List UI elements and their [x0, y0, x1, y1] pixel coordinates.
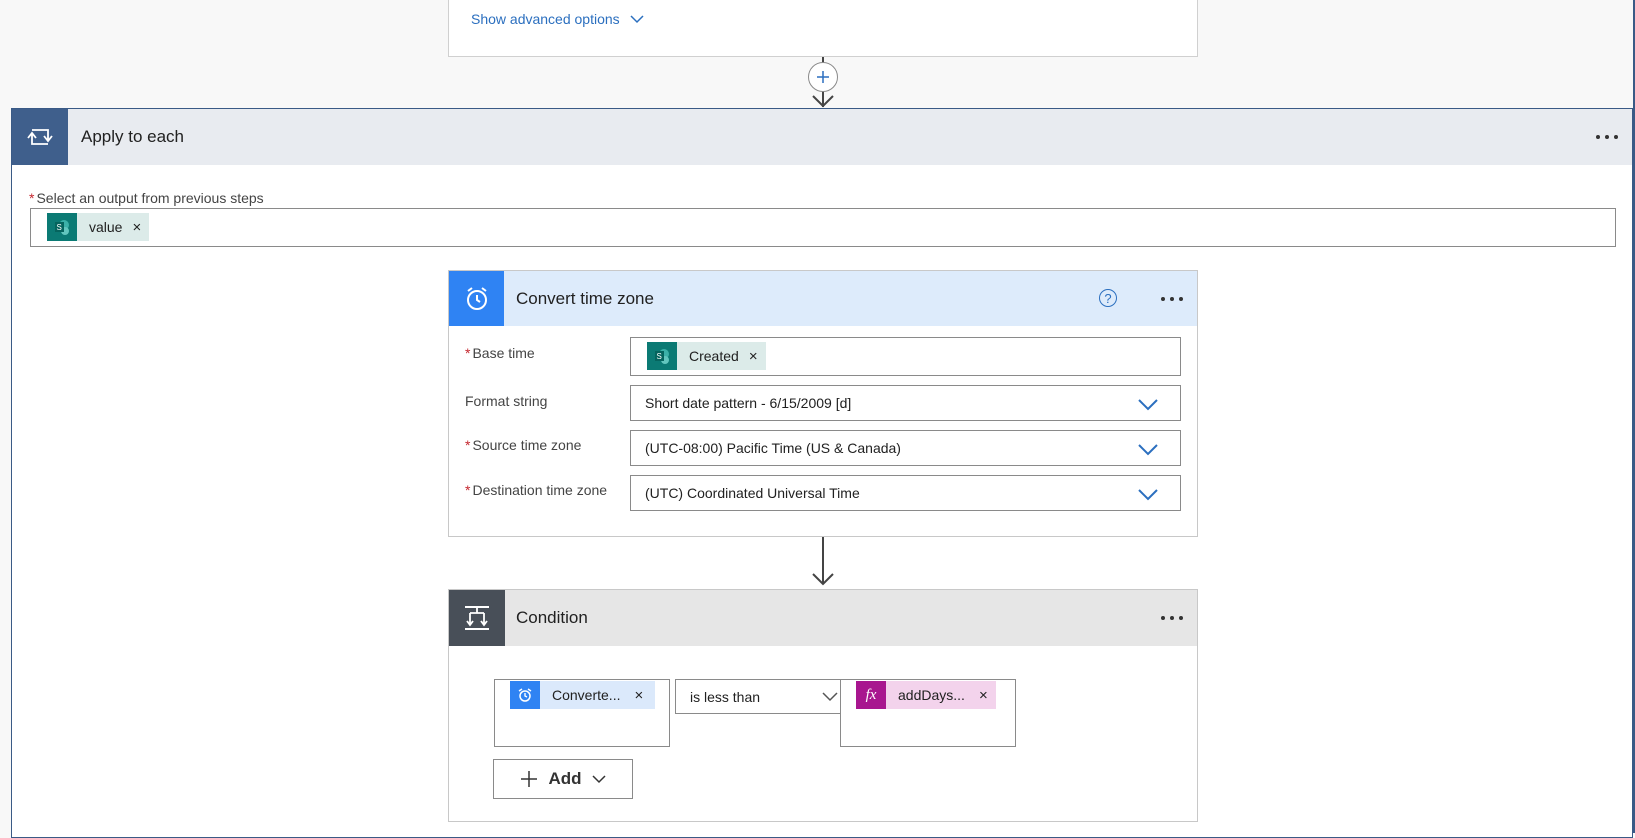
svg-text:S: S — [657, 352, 662, 361]
destination-time-zone-label: * Destination time zone — [465, 482, 608, 498]
apply-to-each-header[interactable]: Apply to each — [12, 109, 1632, 165]
show-advanced-options-label: Show advanced options — [471, 11, 620, 27]
more-options-icon[interactable] — [1596, 135, 1618, 139]
base-time-label: * Base time — [465, 345, 535, 361]
sharepoint-icon: S — [647, 342, 677, 370]
add-condition-button[interactable]: Add — [493, 759, 633, 799]
condition-operator-dropdown[interactable]: is less than — [675, 679, 851, 714]
condition-header[interactable]: Condition — [449, 590, 1197, 646]
apply-to-each-title: Apply to each — [81, 127, 185, 146]
source-time-zone-label: * Source time zone — [465, 437, 582, 453]
convert-time-zone-card: Convert time zone ? * Base time S Created… — [448, 270, 1198, 537]
chevron-down-icon — [630, 15, 644, 24]
plus-icon — [521, 771, 538, 787]
arrow-down-icon — [812, 573, 834, 586]
show-advanced-options-link[interactable]: Show advanced options — [471, 11, 644, 27]
destination-time-zone-dropdown[interactable]: (UTC) Coordinated Universal Time — [630, 475, 1181, 511]
base-time-input[interactable]: S Created × — [630, 337, 1181, 376]
chevron-down-icon — [822, 692, 838, 702]
add-days-expression-token[interactable]: fx addDays... × — [856, 681, 996, 709]
remove-token-icon[interactable]: × — [634, 687, 651, 704]
convert-time-zone-header[interactable]: Convert time zone ? — [449, 271, 1197, 326]
alarm-clock-icon — [449, 271, 504, 326]
source-time-zone-dropdown[interactable]: (UTC-08:00) Pacific Time (US & Canada) — [630, 430, 1181, 466]
condition-right-operand[interactable]: fx addDays... × — [840, 679, 1016, 747]
loop-icon — [12, 109, 68, 165]
chevron-down-icon — [1138, 399, 1158, 411]
format-string-dropdown[interactable]: Short date pattern - 6/15/2009 [d] — [630, 385, 1181, 421]
condition-card: Condition Converte... × is less than fx … — [448, 589, 1198, 822]
chevron-down-icon — [1138, 489, 1158, 501]
condition-title: Condition — [516, 608, 588, 627]
created-token[interactable]: S Created × — [647, 342, 766, 370]
format-string-label: Format string — [465, 393, 548, 409]
value-token[interactable]: S value × — [47, 213, 150, 241]
condition-left-operand[interactable]: Converte... × — [494, 679, 670, 747]
output-input[interactable]: S value × — [30, 208, 1616, 247]
alarm-clock-icon — [510, 681, 540, 709]
remove-token-icon[interactable]: × — [979, 687, 996, 704]
svg-text:S: S — [57, 223, 62, 232]
help-icon[interactable]: ? — [1099, 289, 1117, 307]
output-field-label: * Select an output from previous steps — [29, 190, 264, 206]
previous-step-card: Show advanced options — [448, 0, 1198, 57]
function-icon: fx — [856, 681, 886, 709]
sharepoint-icon: S — [47, 213, 77, 241]
more-options-icon[interactable] — [1161, 616, 1183, 620]
convert-time-zone-title: Convert time zone — [516, 289, 654, 308]
remove-token-icon[interactable]: × — [132, 219, 149, 236]
condition-icon — [449, 590, 505, 646]
plus-icon — [817, 71, 829, 83]
insert-step-button[interactable] — [808, 62, 838, 92]
more-options-icon[interactable] — [1161, 297, 1183, 301]
chevron-down-icon — [1138, 444, 1158, 456]
remove-token-icon[interactable]: × — [749, 348, 766, 365]
converted-time-token[interactable]: Converte... × — [510, 681, 655, 709]
arrow-down-icon — [812, 95, 834, 108]
chevron-down-icon — [591, 774, 606, 783]
